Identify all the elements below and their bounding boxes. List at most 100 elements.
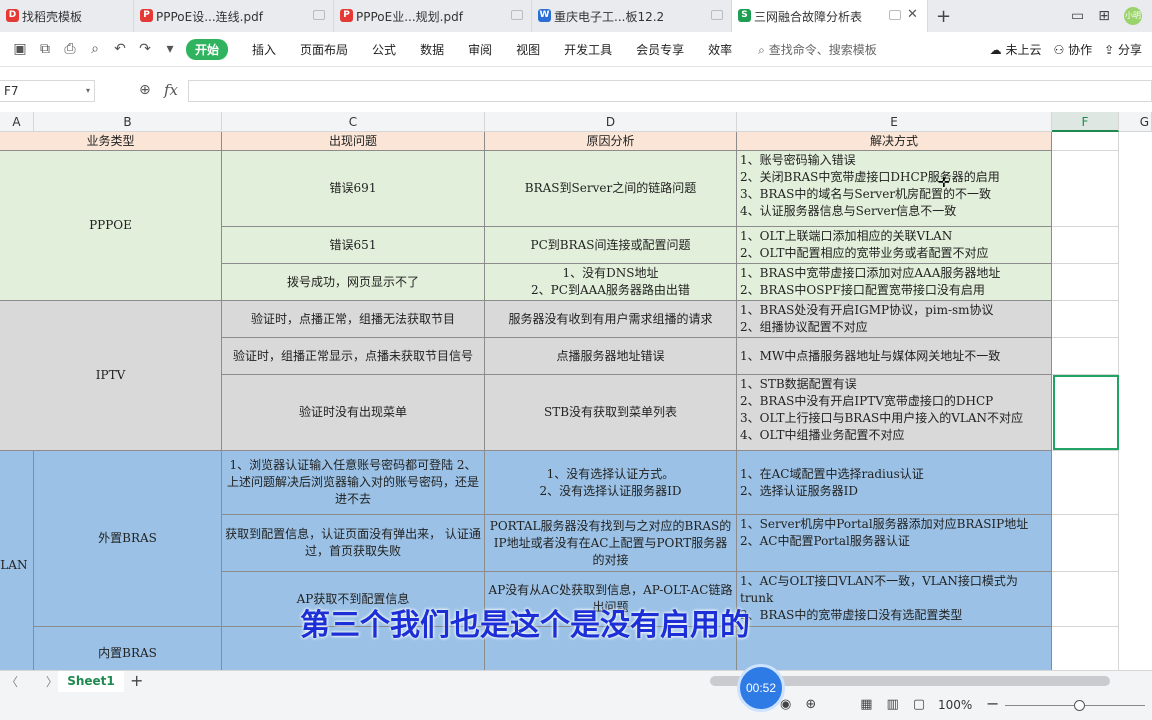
- solution-cell[interactable]: 1、MW中点播服务器地址与媒体网关地址不一致: [737, 338, 1052, 375]
- problem-cell[interactable]: 1、浏览器认证输入任意账号密码都可登陆 2、上述问题解决后浏览器输入对的账号密码…: [222, 451, 485, 515]
- cause-cell[interactable]: 点播服务器地址错误: [485, 338, 737, 375]
- normal-view-icon[interactable]: ▦: [860, 697, 872, 712]
- chevron-down-icon[interactable]: ▾: [162, 41, 178, 57]
- column-header-e[interactable]: E: [737, 112, 1052, 132]
- problem-cell[interactable]: 获取到配置信息，认证页面没有弹出来， 认证通过，首页获取失败: [222, 515, 485, 572]
- category-pppoe[interactable]: PPPOE: [0, 151, 222, 301]
- column-header-d[interactable]: D: [485, 112, 737, 132]
- zoom-out-button[interactable]: −: [986, 694, 999, 713]
- page-break-view-icon[interactable]: ▢: [913, 697, 925, 712]
- chevron-down-icon[interactable]: ▾: [86, 81, 90, 101]
- solution-cell-empty[interactable]: [737, 627, 1052, 670]
- menu-insert[interactable]: 插入: [252, 41, 276, 58]
- cause-cell[interactable]: PORTAL服务器没有找到与之对应的BRAS的IP地址或者没有在AC上配置与PO…: [485, 515, 737, 572]
- solution-cell[interactable]: 1、在AC域配置中选择radius认证 2、选择认证服务器ID: [737, 451, 1052, 515]
- tab-preview-icon[interactable]: [889, 10, 901, 20]
- column-header-f[interactable]: F: [1052, 112, 1119, 132]
- redo-icon[interactable]: ↷: [137, 41, 153, 57]
- category-iptv[interactable]: IPTV: [0, 301, 222, 451]
- cause-cell[interactable]: 1、没有DNS地址 2、PC到AAA服务器路由出错: [485, 264, 737, 301]
- problem-cell[interactable]: 验证时没有出现菜单: [222, 375, 485, 451]
- sheet-tab-sheet1[interactable]: Sheet1: [58, 671, 124, 692]
- collab-button[interactable]: ⚇ 协作: [1054, 41, 1093, 58]
- menu-formulas[interactable]: 公式: [372, 41, 396, 58]
- problem-cell[interactable]: 验证时，点播正常，组播无法获取节目: [222, 301, 485, 338]
- solution-cell[interactable]: 1、AC与OLT接口VLAN不一致，VLAN接口模式为trunk 2、BRAS中…: [737, 572, 1052, 627]
- header-cause[interactable]: 原因分析: [485, 132, 737, 151]
- undo-icon[interactable]: ↶: [112, 41, 128, 57]
- column-header-b[interactable]: B: [34, 112, 222, 132]
- save-icon[interactable]: ▣: [12, 41, 28, 57]
- print-preview-icon[interactable]: ⌕: [87, 41, 103, 57]
- column-header-a[interactable]: A: [0, 112, 34, 132]
- tab-preview-icon[interactable]: [511, 10, 523, 20]
- cause-cell[interactable]: STB没有获取到菜单列表: [485, 375, 737, 451]
- command-search[interactable]: ⌕ 查找命令、搜索模板: [758, 41, 877, 58]
- empty-cell[interactable]: [1052, 627, 1119, 670]
- empty-cell[interactable]: [1052, 338, 1119, 375]
- menu-view[interactable]: 视图: [516, 41, 540, 58]
- solution-cell[interactable]: 1、BRAS处没有开启IGMP协议，pim-sm协议 2、组播协议配置不对应: [737, 301, 1052, 338]
- zoom-level[interactable]: 100%: [938, 698, 972, 712]
- menu-data[interactable]: 数据: [420, 41, 444, 58]
- subcategory-external-bras[interactable]: 外置BRAS: [34, 451, 222, 627]
- menu-developer[interactable]: 开发工具: [564, 41, 612, 58]
- share-button[interactable]: ⇪ 分享: [1104, 41, 1142, 58]
- empty-cell[interactable]: [1052, 451, 1119, 515]
- empty-cell[interactable]: [1052, 227, 1119, 264]
- header-problem[interactable]: 出现问题: [222, 132, 485, 151]
- tab-pppoe-pdf-2[interactable]: P PPPoE业...规划.pdf: [334, 0, 532, 32]
- tab-preview-icon[interactable]: [313, 10, 325, 20]
- zoom-slider-handle[interactable]: [1074, 700, 1085, 711]
- menu-page-layout[interactable]: 页面布局: [300, 41, 348, 58]
- problem-cell[interactable]: 错误651: [222, 227, 485, 264]
- empty-cell[interactable]: [1052, 151, 1119, 227]
- menu-member[interactable]: 会员专享: [636, 41, 684, 58]
- solution-cell[interactable]: 1、Server机房中Portal服务器添加对应BRASIP地址 2、AC中配置…: [737, 515, 1052, 572]
- tab-pppoe-pdf-1[interactable]: P PPPoE设...连线.pdf: [134, 0, 334, 32]
- solution-cell[interactable]: 1、BRAS中宽带虚接口添加对应AAA服务器地址 2、BRAS中OSPF接口配置…: [737, 264, 1052, 301]
- solution-cell[interactable]: 1、OLT上联端口添加相应的关联VLAN 2、OLT中配置相应的宽带业务或者配置…: [737, 227, 1052, 264]
- menu-efficiency[interactable]: 效率: [708, 41, 732, 58]
- cause-cell[interactable]: 1、没有选择认证方式。 2、没有选择认证服务器ID: [485, 451, 737, 515]
- workspace-icon[interactable]: ▭: [1071, 8, 1084, 24]
- avatar[interactable]: 小明: [1124, 7, 1142, 25]
- problem-cell[interactable]: 错误691: [222, 151, 485, 227]
- column-header-g[interactable]: G: [1119, 112, 1152, 132]
- formula-input[interactable]: [188, 80, 1152, 102]
- export-icon[interactable]: ⧉: [37, 41, 53, 57]
- cloud-status-button[interactable]: ☁ 未上云: [990, 41, 1042, 58]
- solution-cell[interactable]: 1、账号密码输入错误 2、关闭BRAS中宽带虚接口DHCP服务器的启用 3、BR…: [737, 151, 1052, 227]
- new-tab-button[interactable]: +: [936, 6, 951, 27]
- empty-cell[interactable]: [1052, 572, 1119, 627]
- empty-cell[interactable]: [1052, 132, 1119, 151]
- add-sheet-button[interactable]: +: [130, 671, 143, 690]
- print-icon[interactable]: ⎙: [62, 41, 78, 57]
- empty-cell[interactable]: [1052, 301, 1119, 338]
- split-view-icon[interactable]: ⊕: [805, 697, 816, 712]
- problem-cell[interactable]: 拨号成功，网页显示不了: [222, 264, 485, 301]
- solution-cell[interactable]: 1、STB数据配置有误 2、BRAS中没有开启IPTV宽带虚接口的DHCP 3、…: [737, 375, 1052, 451]
- tab-daoke-templates[interactable]: D 找稻壳模板: [0, 0, 134, 32]
- category-wlan[interactable]: WLAN: [0, 451, 34, 670]
- empty-cell[interactable]: [1052, 515, 1119, 572]
- menu-start[interactable]: 开始: [186, 38, 229, 60]
- fx-icon[interactable]: fx: [164, 81, 178, 99]
- tab-preview-icon[interactable]: [711, 10, 723, 20]
- empty-cell[interactable]: [1052, 264, 1119, 301]
- header-business-type[interactable]: 业务类型: [0, 132, 222, 151]
- problem-cell[interactable]: 验证时，组播正常显示，点播未获取节目信号: [222, 338, 485, 375]
- name-box[interactable]: F7 ▾: [0, 80, 95, 102]
- zoom-lookup-icon[interactable]: ⊕: [139, 82, 151, 98]
- subcategory-internal-bras[interactable]: 内置BRAS: [34, 627, 222, 670]
- apps-grid-icon[interactable]: ⊞: [1098, 8, 1110, 24]
- cause-cell[interactable]: PC到BRAS间连接或配置问题: [485, 227, 737, 264]
- header-solution[interactable]: 解决方式: [737, 132, 1052, 151]
- page-layout-view-icon[interactable]: ▥: [887, 697, 899, 712]
- tab-spreadsheet-active[interactable]: S 三网融合故障分析表 ✕: [732, 0, 928, 32]
- menu-review[interactable]: 审阅: [468, 41, 492, 58]
- tab-word-doc[interactable]: W 重庆电子工...板12.2: [532, 0, 732, 32]
- cause-cell[interactable]: BRAS到Server之间的链路问题: [485, 151, 737, 227]
- cause-cell[interactable]: 服务器没有收到有用户需求组播的请求: [485, 301, 737, 338]
- close-icon[interactable]: ✕: [907, 7, 919, 22]
